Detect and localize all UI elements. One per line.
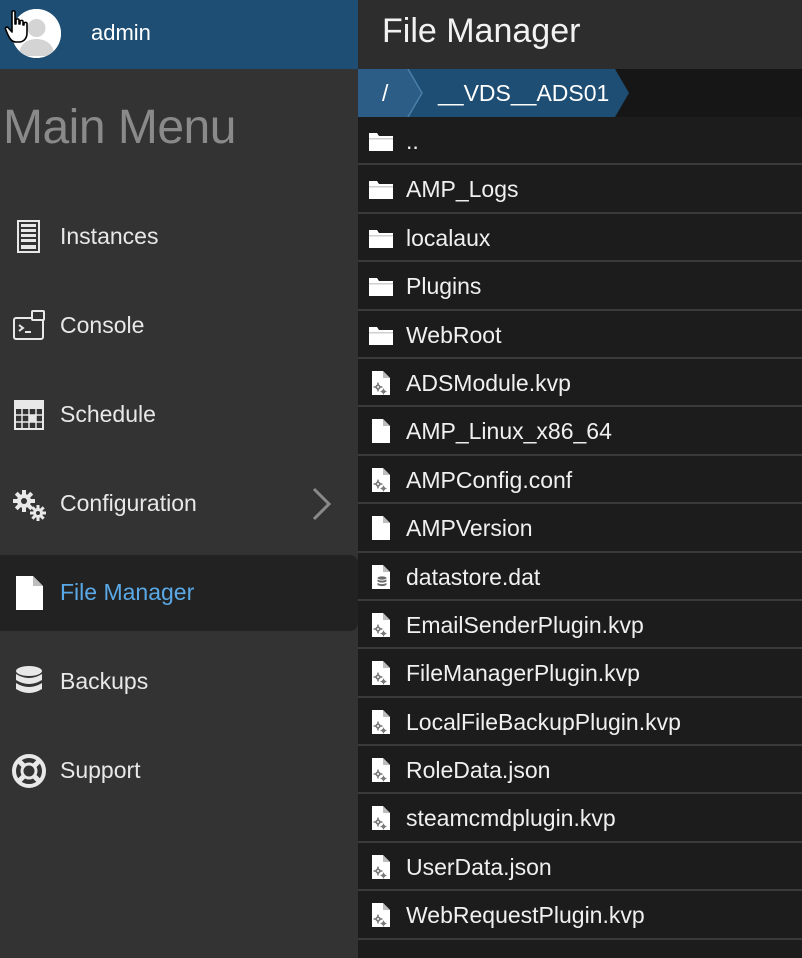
file-name: datastore.dat xyxy=(406,563,541,590)
nav-label-console: Console xyxy=(60,312,145,338)
file-icon xyxy=(16,576,43,610)
folder-icon xyxy=(369,181,393,200)
file-name: UserData.json xyxy=(406,853,552,880)
nav-label-file-manager: File Manager xyxy=(60,579,195,605)
breadcrumb: / __VDS__ADS01 xyxy=(358,69,802,117)
file-row[interactable]: EmailSenderPlugin.kvp xyxy=(358,600,802,650)
config-file-icon xyxy=(372,370,390,395)
file-name: RoleData.json xyxy=(406,757,551,784)
breadcrumb-current[interactable]: __VDS__ADS01 xyxy=(438,80,609,107)
page-title: File Manager xyxy=(382,12,581,50)
menu-title: Main Menu xyxy=(3,101,236,154)
file-row[interactable]: AMP_Logs xyxy=(358,165,802,214)
nav-item-support[interactable]: Support xyxy=(0,733,358,809)
schedule-icon xyxy=(14,400,44,430)
config-file-icon xyxy=(372,758,390,783)
file-list: .. AMP_Logs localaux Plugins WebRoot ADSModul… xyxy=(358,117,802,940)
nav-label-schedule: Schedule xyxy=(60,401,156,427)
config-file-icon xyxy=(372,612,390,637)
gears-icon xyxy=(13,490,46,521)
config-file-icon xyxy=(372,854,390,879)
config-file-icon xyxy=(372,806,390,831)
data-file-icon xyxy=(372,564,390,589)
nav-item-console[interactable]: Console xyxy=(0,288,358,364)
file-row[interactable]: Plugins xyxy=(358,262,802,311)
file-name: WebRequestPlugin.kvp xyxy=(406,902,645,929)
nav-label-backups: Backups xyxy=(60,668,149,694)
file-name: ADSModule.kvp xyxy=(406,369,571,396)
file-name: AMP_Linux_x86_64 xyxy=(406,418,612,445)
breadcrumb-root[interactable]: / xyxy=(382,80,388,107)
main-panel: File Manager / __VDS__ADS01 .. AMP_Logslo… xyxy=(358,0,802,958)
file-name: steamcmdplugin.kvp xyxy=(406,805,616,832)
lifebuoy-icon xyxy=(12,754,46,788)
file-name: AMPConfig.conf xyxy=(406,466,573,493)
file-row[interactable]: .. xyxy=(358,117,802,166)
config-file-icon xyxy=(372,467,390,492)
file-row[interactable]: datastore.dat xyxy=(358,552,802,601)
config-file-icon xyxy=(372,661,390,686)
config-file-icon xyxy=(372,709,390,734)
file-row[interactable]: steamcmdplugin.kvp xyxy=(358,794,802,843)
file-icon xyxy=(372,516,390,541)
file-name: Plugins xyxy=(406,273,482,300)
instances-icon xyxy=(17,220,40,253)
file-name: FileManagerPlugin.kvp xyxy=(406,660,640,687)
database-icon xyxy=(16,666,42,693)
nav-item-file-manager[interactable]: File Manager xyxy=(0,555,358,631)
file-row[interactable]: AMPVersion xyxy=(358,504,802,553)
file-row[interactable]: WebRequestPlugin.kvp xyxy=(358,891,802,940)
file-row[interactable]: LocalFileBackupPlugin.kvp xyxy=(358,697,802,747)
nav-item-backups[interactable]: Backups xyxy=(0,644,358,720)
header: File Manager xyxy=(358,0,802,69)
file-name: WebRoot xyxy=(406,321,502,348)
file-name: AMPVersion xyxy=(406,515,533,542)
nav-item-instances[interactable]: Instances xyxy=(0,199,358,275)
file-row[interactable]: AMP_Linux_x86_64 xyxy=(358,407,802,456)
config-file-icon xyxy=(372,903,390,928)
hand-cursor-icon xyxy=(4,10,28,43)
username[interactable]: admin xyxy=(91,20,151,46)
file-row[interactable]: ADSModule.kvp xyxy=(358,358,802,408)
file-name: localaux xyxy=(406,224,491,251)
file-row[interactable]: WebRoot xyxy=(358,310,802,359)
user-bar[interactable]: admin xyxy=(0,0,358,69)
file-row[interactable]: FileManagerPlugin.kvp xyxy=(358,649,802,698)
file-name: .. xyxy=(406,128,419,154)
folder-icon xyxy=(369,229,393,248)
folder-icon xyxy=(369,133,393,151)
file-name: LocalFileBackupPlugin.kvp xyxy=(406,708,681,735)
file-row[interactable]: RoleData.json xyxy=(358,746,802,795)
nav-item-schedule[interactable]: Schedule xyxy=(0,377,358,453)
chevron-right-icon[interactable] xyxy=(306,486,336,522)
folder-icon xyxy=(369,326,393,345)
folder-icon xyxy=(369,278,393,297)
nav-label-support: Support xyxy=(60,757,141,783)
sidebar: admin Main Menu Instances Console Schedu… xyxy=(0,0,358,958)
file-icon xyxy=(372,419,390,444)
nav-label-instances: Instances xyxy=(60,223,159,249)
nav-item-configuration[interactable]: Configuration xyxy=(0,466,358,542)
file-name: EmailSenderPlugin.kvp xyxy=(406,611,644,638)
nav-label-configuration: Configuration xyxy=(60,490,197,516)
file-row[interactable]: UserData.json xyxy=(358,842,802,892)
file-row[interactable]: AMPConfig.conf xyxy=(358,455,802,505)
file-row[interactable]: localaux xyxy=(358,213,802,263)
console-icon xyxy=(13,310,45,340)
file-name: AMP_Logs xyxy=(406,176,519,203)
